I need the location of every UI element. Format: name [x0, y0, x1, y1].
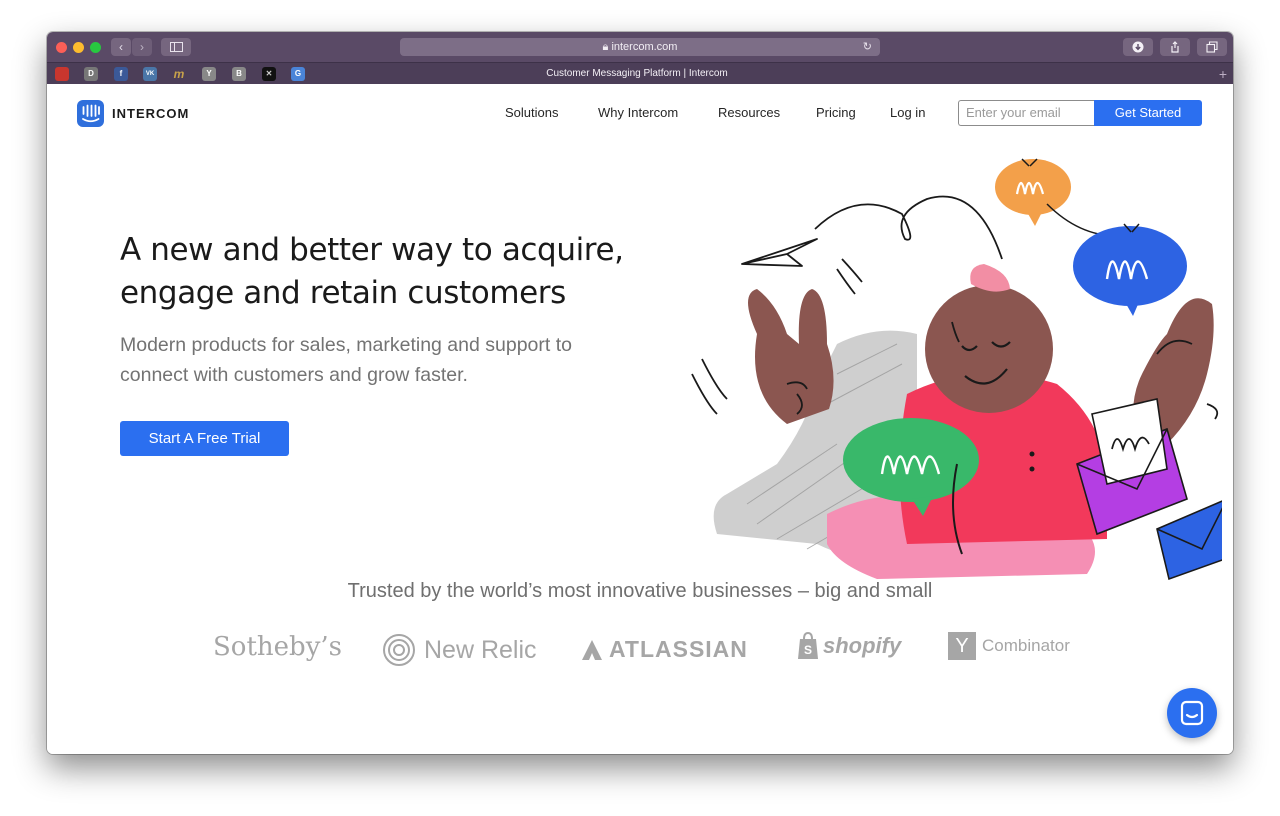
- favorite-d[interactable]: D: [84, 67, 98, 81]
- email-input[interactable]: Enter your email: [958, 100, 1094, 126]
- sothebys-logo: Sotheby’s: [213, 632, 342, 662]
- sidebar-icon: [169, 42, 183, 52]
- reload-icon[interactable]: ↻: [863, 38, 872, 56]
- intercom-logo[interactable]: INTERCOM: [77, 100, 189, 127]
- lock-icon: 🔒︎: [602, 41, 609, 53]
- nav-why-intercom[interactable]: Why Intercom: [598, 105, 678, 120]
- new-tab-button[interactable]: +: [1219, 63, 1227, 85]
- messenger-launcher-button[interactable]: [1167, 688, 1217, 738]
- nav-resources[interactable]: Resources: [718, 105, 780, 120]
- web-page: INTERCOM Solutions Why Intercom Resource…: [47, 84, 1233, 754]
- favorite-translate[interactable]: G: [291, 67, 305, 81]
- atlassian-label: ATLASSIAN: [609, 636, 748, 662]
- start-free-trial-button[interactable]: Start A Free Trial: [120, 421, 289, 456]
- intercom-logo-icon: [77, 100, 104, 127]
- hero-subheading-line-2: connect with customers and grow faster.: [120, 364, 468, 386]
- browser-titlebar: ‹ › 🔒︎ intercom.com ↻: [47, 32, 1233, 62]
- svg-text:S: S: [804, 643, 812, 657]
- blue-envelope-icon: [1156, 500, 1222, 581]
- atlassian-logo: ATLASSIAN: [581, 636, 748, 663]
- nav-log-in[interactable]: Log in: [890, 105, 925, 120]
- favorite-m[interactable]: m: [172, 67, 186, 81]
- minimize-window-button[interactable]: [73, 42, 84, 53]
- forward-button[interactable]: ›: [132, 38, 152, 56]
- tab-bar: D f VK m Y B ✕ G Customer Messaging Plat…: [47, 62, 1233, 85]
- downloads-button[interactable]: [1123, 38, 1153, 56]
- hero-subheading: Modern products for sales, marketing and…: [120, 330, 650, 390]
- new-relic-label: New Relic: [424, 635, 537, 664]
- tabs-overview-button[interactable]: [1197, 38, 1227, 56]
- shopify-logo: S shopify: [797, 632, 901, 660]
- hero-headline: A new and better way to acquire, engage …: [120, 229, 680, 315]
- favorite-facebook[interactable]: f: [114, 67, 128, 81]
- hero-illustration: [691, 158, 1222, 581]
- favorite-red-icon[interactable]: [55, 67, 69, 81]
- get-started-button[interactable]: Get Started: [1094, 100, 1202, 126]
- chat-icon: [1180, 700, 1204, 726]
- favorite-vk[interactable]: VK: [143, 67, 157, 81]
- new-relic-logo: New Relic: [382, 633, 537, 667]
- atlassian-icon: [582, 639, 602, 660]
- favorite-x[interactable]: ✕: [262, 67, 276, 81]
- orange-chat-bubble-icon: [995, 159, 1071, 215]
- hero-headline-line-2: engage and retain customers: [120, 275, 566, 311]
- y-combinator-label: Combinator: [982, 636, 1070, 655]
- shopify-label: shopify: [823, 633, 902, 658]
- close-window-button[interactable]: [56, 42, 67, 53]
- paper-plane-icon: [741, 238, 818, 267]
- shopify-bag-icon: S: [798, 632, 818, 659]
- hero-subheading-line-1: Modern products for sales, marketing and…: [120, 334, 572, 356]
- tabs-icon: [1206, 41, 1218, 53]
- character-left-hand: [748, 289, 834, 424]
- y-combinator-logo: Y Combinator: [948, 632, 1070, 660]
- download-icon: [1132, 41, 1144, 53]
- chevron-left-icon: ‹: [119, 40, 123, 54]
- trusted-by-heading: Trusted by the world’s most innovative b…: [347, 580, 933, 602]
- back-button[interactable]: ‹: [111, 38, 131, 56]
- share-button[interactable]: [1160, 38, 1190, 56]
- new-relic-icon: [383, 634, 415, 666]
- nav-solutions[interactable]: Solutions: [505, 105, 558, 120]
- y-combinator-icon: Y: [948, 632, 976, 660]
- character-head: [925, 285, 1053, 413]
- chevron-right-icon: ›: [140, 40, 144, 54]
- flight-path: [814, 195, 1003, 260]
- zoom-window-button[interactable]: [90, 42, 101, 53]
- tab-title[interactable]: Customer Messaging Platform | Intercom: [427, 63, 847, 85]
- sidebar-toggle-button[interactable]: [161, 38, 191, 56]
- blue-chat-bubble-icon: [1073, 226, 1187, 306]
- brand-name: INTERCOM: [112, 106, 190, 121]
- favorite-b[interactable]: B: [232, 67, 246, 81]
- address-bar-url: intercom.com: [611, 41, 678, 53]
- nav-pricing[interactable]: Pricing: [816, 105, 856, 120]
- favorite-y[interactable]: Y: [202, 67, 216, 81]
- address-bar[interactable]: 🔒︎ intercom.com ↻: [400, 38, 880, 56]
- share-icon: [1171, 41, 1179, 53]
- browser-window: ‹ › 🔒︎ intercom.com ↻ D f VK m Y B ✕ G C…: [47, 32, 1233, 754]
- hero-headline-line-1: A new and better way to acquire,: [120, 232, 624, 268]
